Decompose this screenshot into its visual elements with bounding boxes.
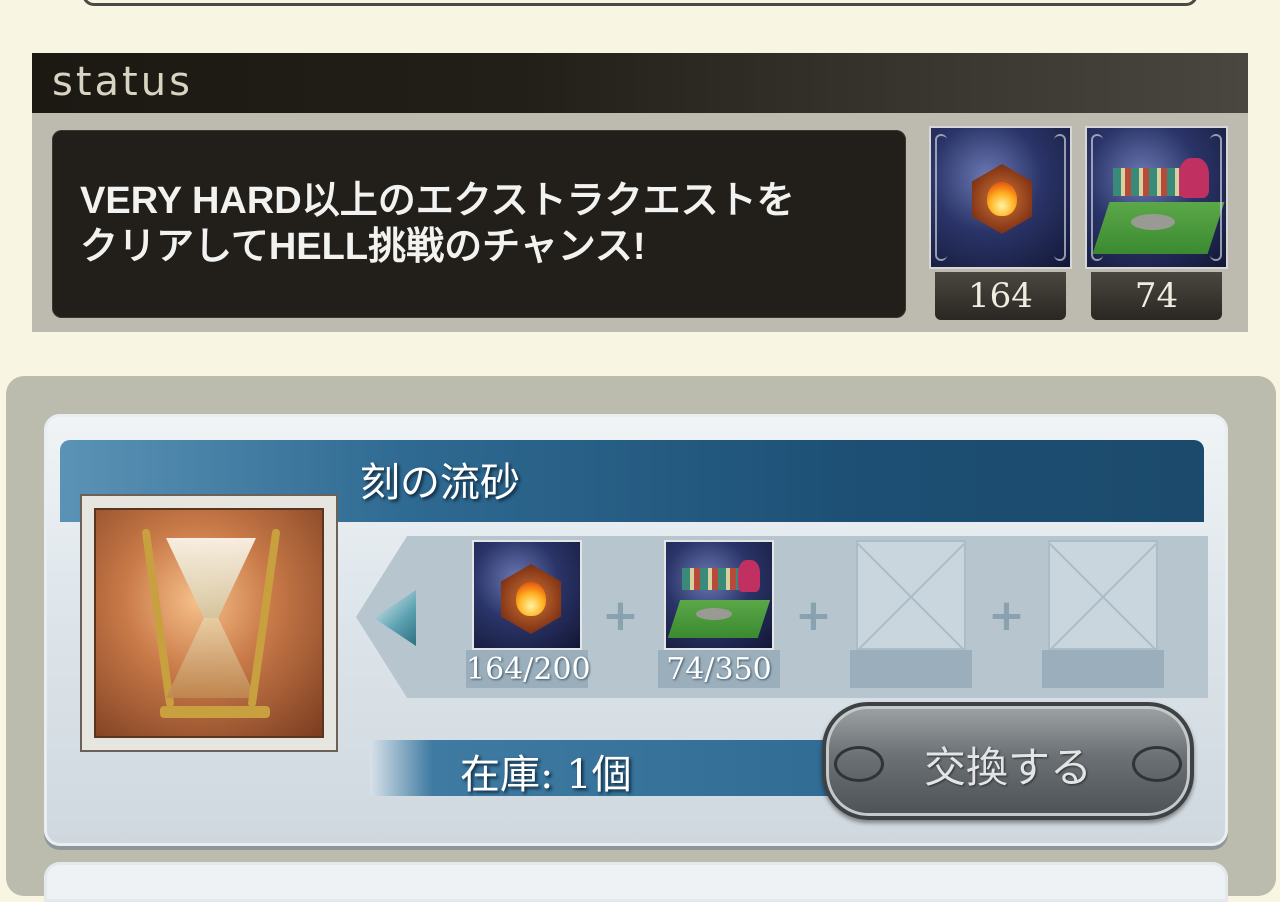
fire-medal-icon: [472, 540, 582, 650]
ornament-icon: [1132, 746, 1182, 782]
status-header: status: [32, 53, 1248, 113]
material-slot[interactable]: 74/350: [658, 540, 780, 690]
kitchenware-icon: [664, 540, 774, 650]
status-item-count-tab: 164: [935, 272, 1066, 320]
next-exchange-card: [44, 862, 1228, 902]
status-item-fire-medal[interactable]: 164: [929, 126, 1072, 322]
status-message-box: VERY HARD以上のエクストラクエストを クリアしてHELL挑戦のチャンス!: [52, 130, 906, 318]
status-item-count: 164: [968, 276, 1033, 316]
exchange-button[interactable]: 交換する: [822, 702, 1194, 820]
material-slot-empty: [1042, 540, 1164, 690]
material-count: 74/350: [666, 652, 772, 687]
stock-label: 在庫: 1個: [460, 752, 632, 798]
reward-item-frame[interactable]: [80, 494, 338, 752]
plus-icon: +: [795, 590, 832, 641]
material-slot-empty: [850, 540, 972, 690]
status-item-count: 74: [1134, 276, 1179, 316]
status-message: VERY HARD以上のエクストラクエストを クリアしてHELL挑戦のチャンス!: [80, 178, 900, 270]
status-message-line-2: クリアしてHELL挑戦のチャンス!: [80, 226, 646, 268]
empty-slot-icon: [1048, 540, 1158, 650]
status-message-line-1: VERY HARD以上のエクストラクエストを: [80, 180, 795, 222]
fire-medal-icon: [929, 126, 1072, 269]
material-count: 164/200: [466, 652, 591, 687]
hourglass-icon: [94, 508, 324, 738]
status-item-kitchenware[interactable]: 74: [1085, 126, 1228, 322]
exchange-card: 刻の流砂 164/200 + 74/350 + + 在庫: 1個 交換する: [44, 414, 1228, 846]
plus-icon: +: [602, 590, 639, 641]
material-slot[interactable]: 164/200: [466, 540, 591, 690]
status-panel: status VERY HARD以上のエクストラクエストを クリアしてHELL挑…: [32, 53, 1248, 332]
kitchenware-icon: [1085, 126, 1228, 269]
previous-panel-frame: [82, 0, 1198, 6]
status-title: status: [52, 59, 193, 105]
plus-icon: +: [988, 590, 1025, 641]
item-title: 刻の流砂: [360, 460, 520, 506]
empty-slot-icon: [856, 540, 966, 650]
status-item-count-tab: 74: [1091, 272, 1222, 320]
